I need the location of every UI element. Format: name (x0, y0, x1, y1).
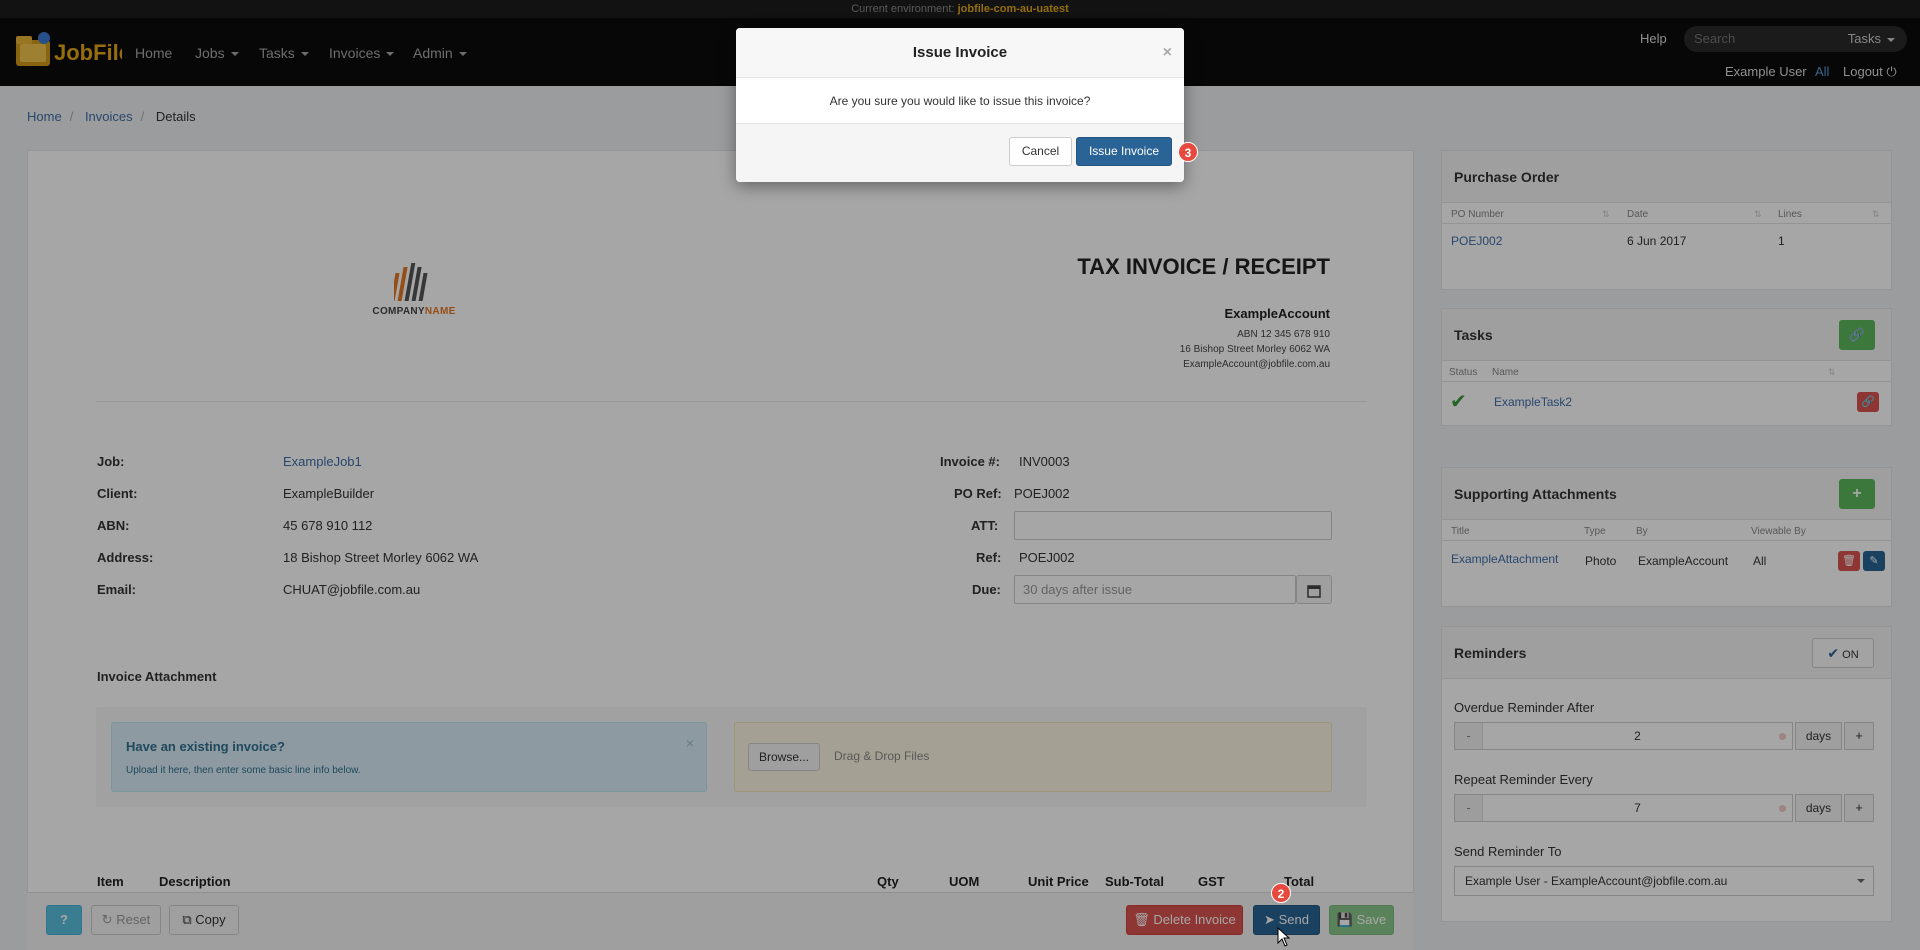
cancel-button[interactable]: Cancel (1009, 137, 1072, 166)
issue-invoice-modal: Issue Invoice × Are you sure you would l… (736, 28, 1184, 182)
mouse-cursor-icon (1277, 927, 1291, 947)
step-badge-3: 3 (1178, 142, 1198, 162)
modal-message: Are you sure you would like to issue thi… (736, 78, 1184, 124)
modal-header: Issue Invoice × (736, 28, 1184, 78)
issue-invoice-button[interactable]: Issue Invoice (1076, 137, 1172, 166)
modal-title: Issue Invoice (912, 44, 1008, 61)
modal-footer: Cancel Issue Invoice (736, 124, 1184, 182)
step-badge-2: 2 (1271, 883, 1291, 903)
close-icon[interactable]: × (1163, 28, 1172, 78)
